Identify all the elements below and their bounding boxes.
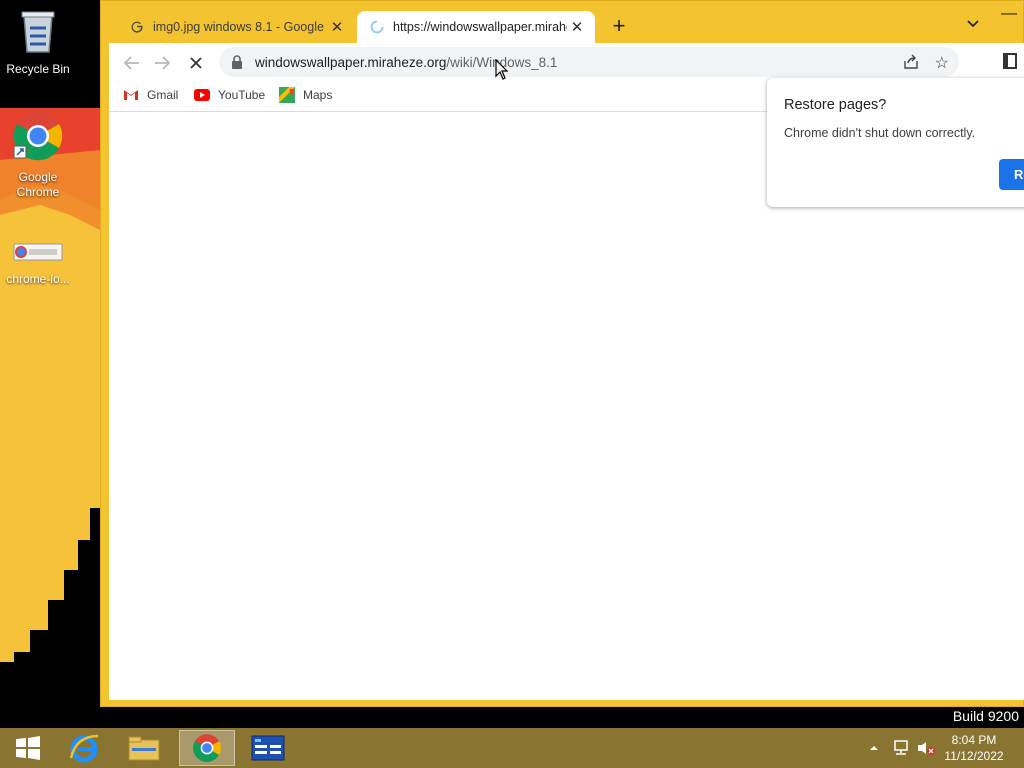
address-bar[interactable]: windowswallpaper.miraheze.org/wiki/Windo… — [219, 47, 959, 77]
tab-title: img0.jpg windows 8.1 - Google S — [153, 20, 327, 34]
internet-explorer-icon — [69, 734, 99, 763]
taskbar-clock[interactable]: 8:04 PM 11/12/2022 — [940, 732, 1008, 764]
share-icon[interactable] — [903, 54, 919, 70]
side-panel-icon[interactable] — [1003, 53, 1017, 69]
show-hidden-icons-icon[interactable] — [868, 743, 880, 753]
start-button[interactable] — [0, 730, 56, 766]
forward-arrow-icon[interactable] — [151, 52, 173, 74]
bookmark-label: YouTube — [218, 88, 266, 102]
loading-spinner-icon — [369, 19, 385, 35]
mouse-cursor-icon — [495, 59, 509, 80]
maps-icon — [279, 87, 295, 103]
taskbar-control-panel[interactable] — [240, 730, 296, 766]
bubble-title: Restore pages? — [784, 97, 887, 113]
control-panel-icon — [251, 735, 285, 761]
url-host: windowswallpaper.miraheze.org — [255, 54, 447, 70]
build-watermark: Build 9200 — [952, 708, 1019, 724]
stop-loading-icon[interactable] — [185, 52, 207, 74]
desktop-icon-label: Google Chrome — [16, 170, 60, 199]
chrome-window: img0.jpg windows 8.1 - Google S ✕ https:… — [100, 0, 1024, 707]
system-tray — [868, 728, 936, 768]
taskbar-internet-explorer[interactable] — [56, 730, 112, 766]
chrome-icon — [193, 734, 221, 762]
desktop-icon-label: chrome-lo... — [6, 272, 70, 286]
folder-icon — [128, 736, 160, 761]
desktop-icon-label: Recycle Bin — [6, 62, 70, 76]
bookmark-gmail[interactable]: Gmail — [123, 87, 178, 103]
bookmark-maps[interactable]: Maps — [279, 87, 332, 103]
bookmark-label: Maps — [303, 88, 333, 102]
tab-close-icon[interactable]: ✕ — [327, 18, 347, 36]
taskbar-google-chrome[interactable] — [179, 730, 235, 766]
windows-logo-icon — [16, 736, 40, 760]
tab-active-wallpaper[interactable]: https://windowswallpaper.mirahe ✕ — [357, 11, 595, 43]
volume-muted-icon[interactable] — [916, 740, 936, 756]
gmail-icon — [123, 87, 139, 103]
restore-button[interactable]: Restore — [999, 159, 1024, 190]
bookmark-label: Gmail — [147, 88, 179, 102]
new-tab-button[interactable]: + — [607, 15, 631, 39]
chrome-file-icon — [13, 243, 63, 261]
tab-search-chevron-icon[interactable] — [967, 17, 979, 31]
minimize-button[interactable]: — — [1001, 5, 1017, 23]
youtube-icon — [194, 87, 210, 103]
network-icon[interactable] — [892, 740, 910, 756]
desktop-icon-chrome-log[interactable]: chrome-lo... — [0, 240, 76, 287]
address-url[interactable]: windowswallpaper.miraheze.org/wiki/Windo… — [255, 55, 557, 70]
back-arrow-icon[interactable] — [121, 52, 143, 74]
desktop-icon-recycle-bin[interactable]: Recycle Bin — [0, 6, 76, 77]
google-g-icon — [129, 19, 145, 35]
taskbar-file-explorer[interactable] — [116, 730, 172, 766]
clock-time: 8:04 PM — [951, 733, 997, 747]
chrome-icon — [13, 112, 63, 161]
toolbar: windowswallpaper.miraheze.org/wiki/Windo… — [109, 43, 1024, 81]
restore-pages-bubble: Restore pages? Chrome didn't shut down c… — [767, 78, 1024, 207]
desktop-icon-google-chrome[interactable]: Google Chrome — [0, 110, 76, 200]
recycle-bin-icon — [21, 11, 55, 53]
bookmark-star-icon[interactable]: ☆ — [935, 53, 949, 73]
clock-date: 11/12/2022 — [944, 749, 1004, 763]
taskbar: 8:04 PM 11/12/2022 — [0, 728, 1024, 768]
lock-icon[interactable] — [231, 55, 243, 69]
tab-strip: img0.jpg windows 8.1 - Google S ✕ https:… — [101, 1, 1024, 43]
bookmark-youtube[interactable]: YouTube — [194, 87, 265, 103]
tab-google-search[interactable]: img0.jpg windows 8.1 - Google S ✕ — [117, 11, 355, 43]
bubble-message: Chrome didn't shut down correctly. — [784, 126, 976, 140]
tab-close-icon[interactable]: ✕ — [567, 18, 587, 36]
tab-title: https://windowswallpaper.mirahe — [393, 20, 567, 34]
